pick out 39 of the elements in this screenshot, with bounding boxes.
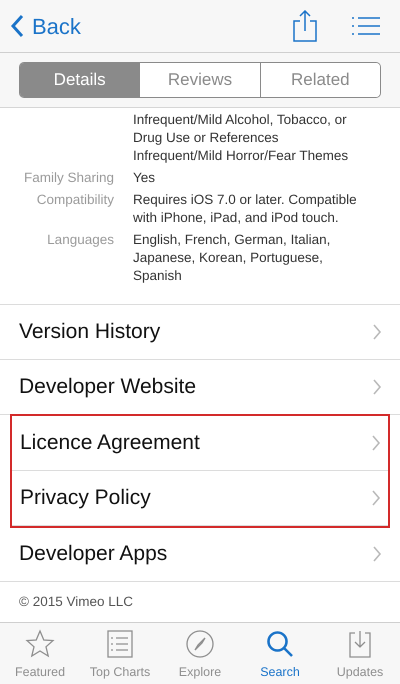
info-value: Requires iOS 7.0 or later. Compatible (133, 191, 357, 209)
search-icon (265, 629, 295, 660)
link-row[interactable]: Licence Agreement (12, 416, 388, 471)
chevron-icon (372, 324, 382, 340)
info-value: Yes (133, 169, 156, 187)
segment-tab[interactable]: Reviews (139, 63, 260, 97)
back-chevron-icon (10, 14, 24, 38)
link-row[interactable]: Privacy Policy (12, 471, 388, 526)
info-value: Japanese, Korean, Portuguese, (133, 249, 324, 267)
tab-bar-item[interactable]: Search (240, 623, 320, 684)
compass-icon (185, 629, 215, 660)
chevron-icon (372, 546, 382, 562)
share-icon[interactable] (292, 10, 318, 42)
menu-icon[interactable] (352, 17, 380, 35)
chevron-icon (372, 379, 382, 395)
tab-bar-item[interactable]: Explore (160, 623, 240, 684)
info-value: Infrequent/Mild Horror/Fear Themes (133, 147, 348, 165)
chevron-icon (371, 435, 381, 451)
copyright-text: © 2015 Vimeo LLC (19, 592, 134, 611)
info-label: Compatibility (36, 192, 114, 207)
tab-bar-item[interactable]: Updates (320, 623, 400, 684)
tab-bar-item[interactable]: Top Charts (80, 623, 160, 684)
info-value: English, French, German, Italian, (133, 231, 330, 249)
info-value: with iPhone, iPad, and iPod touch. (133, 209, 340, 227)
back-button[interactable]: Back (10, 10, 81, 42)
link-row[interactable]: Version History (0, 305, 400, 360)
segment-tab[interactable]: Related (260, 63, 380, 97)
info-label: Languages (47, 232, 114, 247)
info-value: Drug Use or References (133, 129, 280, 147)
chevron-icon (371, 490, 381, 506)
link-row[interactable]: Developer Apps (0, 527, 400, 582)
list-icon (105, 629, 135, 660)
star-icon (25, 629, 55, 660)
segment-tab[interactable]: Details (20, 63, 140, 97)
link-row[interactable]: Developer Website (0, 360, 400, 415)
info-value: Spanish (133, 267, 183, 285)
tab-bar-item[interactable]: Featured (0, 623, 80, 684)
info-label: Family Sharing (24, 170, 114, 185)
info-value: Infrequent/Mild Alcohol, Tobacco, or (133, 111, 348, 129)
